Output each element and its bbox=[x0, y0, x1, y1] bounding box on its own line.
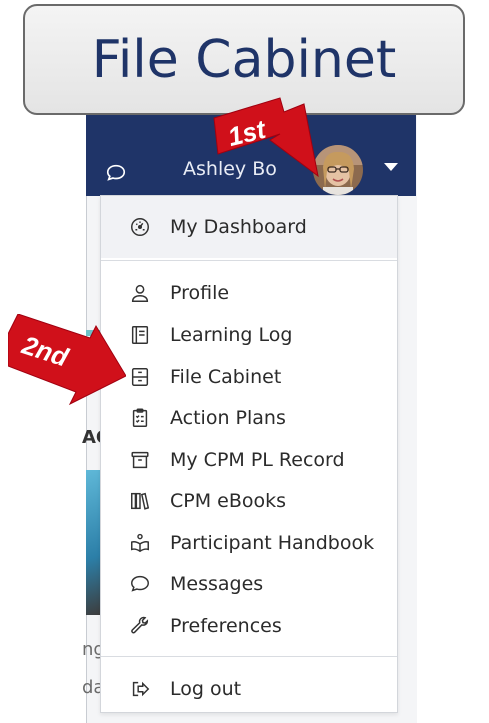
menu-item-cpm-ebooks[interactable]: CPM eBooks bbox=[101, 483, 397, 519]
annotation-first-arrow: 1st bbox=[200, 96, 330, 186]
menu-item-label: Profile bbox=[170, 282, 230, 304]
menu-item-label: Participant Handbook bbox=[170, 532, 375, 554]
books-icon bbox=[129, 490, 151, 512]
handbook-icon bbox=[129, 532, 151, 554]
menu-item-log-out[interactable]: Log out bbox=[101, 671, 397, 707]
user-dropdown-menu: My Dashboard Profile Learning Log File C… bbox=[100, 195, 398, 713]
menu-item-label: Messages bbox=[170, 573, 264, 595]
menu-item-my-dashboard[interactable]: My Dashboard bbox=[101, 196, 397, 258]
menu-item-label: Action Plans bbox=[170, 407, 286, 429]
menu-item-profile[interactable]: Profile bbox=[101, 275, 397, 311]
menu-item-label: CPM eBooks bbox=[170, 490, 287, 512]
dashboard-gauge-icon bbox=[129, 216, 151, 238]
menu-item-preferences[interactable]: Preferences bbox=[101, 608, 397, 644]
caret-down-icon[interactable] bbox=[384, 163, 398, 171]
menu-item-label: File Cabinet bbox=[170, 366, 282, 388]
menu-item-action-plans[interactable]: Action Plans bbox=[101, 400, 397, 436]
menu-item-my-cpm-pl-record[interactable]: My CPM PL Record bbox=[101, 442, 397, 478]
annotation-second-arrow: 2nd bbox=[7, 313, 127, 406]
menu-divider bbox=[101, 656, 397, 657]
menu-item-label: My Dashboard bbox=[170, 216, 307, 238]
menu-item-participant-handbook[interactable]: Participant Handbook bbox=[101, 525, 397, 561]
background-image-fragment bbox=[86, 470, 100, 615]
wrench-icon bbox=[129, 615, 151, 637]
menu-item-label: My CPM PL Record bbox=[170, 449, 345, 471]
menu-item-label: Preferences bbox=[170, 615, 282, 637]
chat-bubble-icon bbox=[129, 573, 151, 595]
menu-item-label: Log out bbox=[170, 678, 242, 700]
chat-bubble-icon[interactable] bbox=[105, 162, 127, 184]
logout-icon bbox=[129, 678, 151, 700]
menu-item-file-cabinet[interactable]: File Cabinet bbox=[101, 359, 397, 395]
menu-item-label: Learning Log bbox=[170, 324, 293, 346]
file-cabinet-icon bbox=[129, 366, 151, 388]
person-icon bbox=[129, 282, 151, 304]
page-title: File Cabinet bbox=[91, 29, 397, 90]
notebook-icon bbox=[129, 324, 151, 346]
archive-box-icon bbox=[129, 449, 151, 471]
menu-item-learning-log[interactable]: Learning Log bbox=[101, 317, 397, 353]
menu-divider bbox=[101, 260, 397, 261]
menu-item-messages[interactable]: Messages bbox=[101, 566, 397, 602]
clipboard-checklist-icon bbox=[129, 407, 151, 429]
